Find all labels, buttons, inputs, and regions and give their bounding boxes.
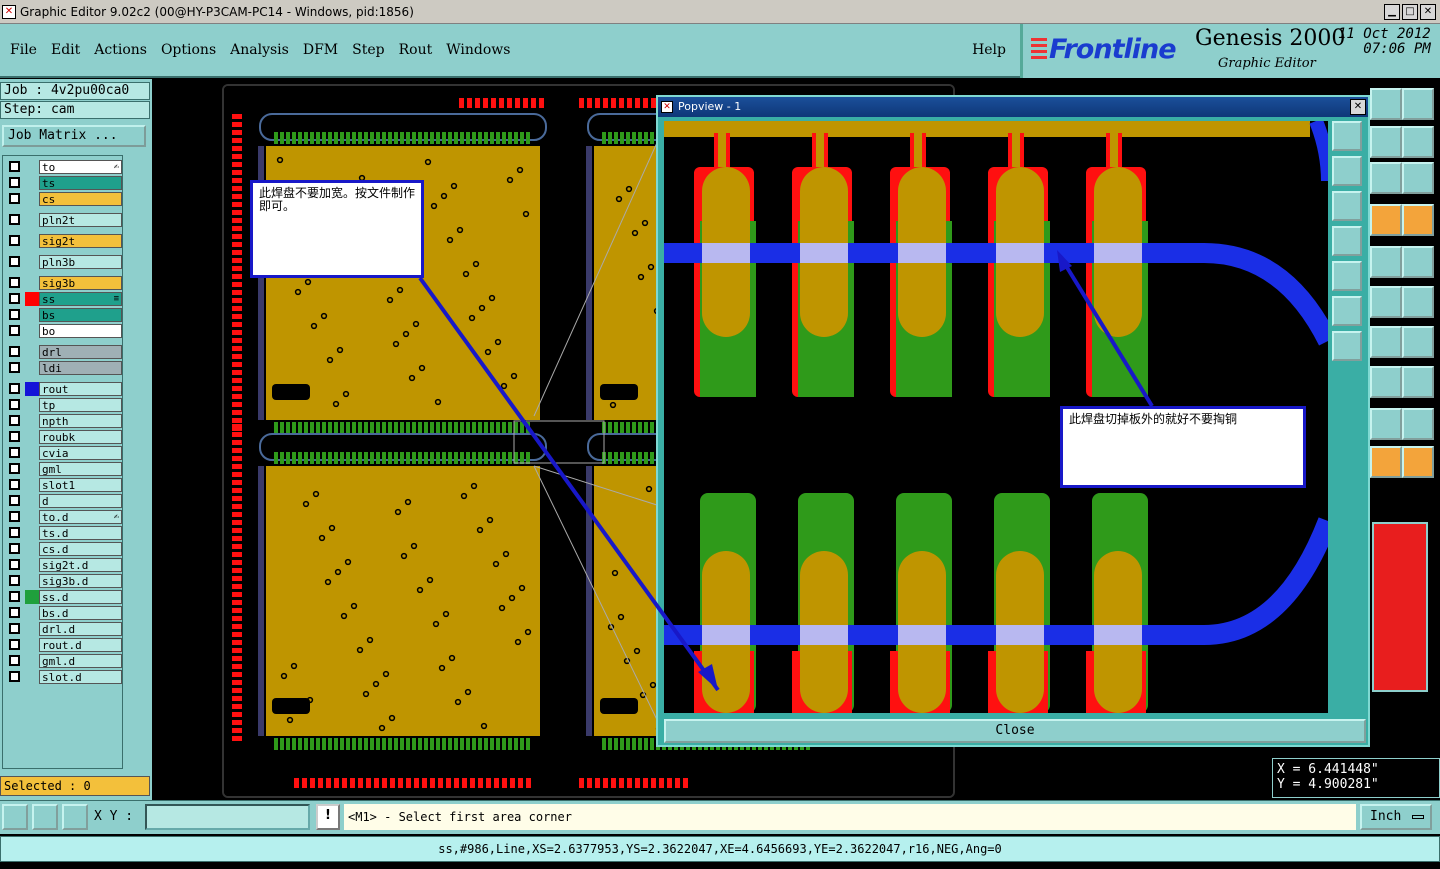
units-value: Inch: [1370, 809, 1402, 824]
tool-button-icon[interactable]: [1370, 162, 1402, 194]
bottom-bar: X Y : ! <M1> - Select first area corner …: [0, 800, 1440, 834]
tool-button-icon[interactable]: [1402, 162, 1434, 194]
tool-button-icon[interactable]: [1370, 286, 1402, 318]
right-toolbar: [1370, 84, 1440, 494]
status-bar: ss,#986,Line,XS=2.6377953,YS=2.3622047,X…: [0, 836, 1440, 862]
tool-button-icon[interactable]: [1402, 246, 1434, 278]
tool-button-icon[interactable]: [1370, 126, 1402, 158]
tool-button-icon[interactable]: [1402, 286, 1434, 318]
snap-icon[interactable]: [2, 804, 28, 830]
tool-button-icon[interactable]: [1402, 366, 1434, 398]
tool-button-icon[interactable]: [1370, 408, 1402, 440]
prompt-message: <M1> - Select first area corner: [344, 804, 1356, 830]
grid-icon[interactable]: [62, 804, 88, 830]
coord-x: X = 6.441448": [1277, 762, 1379, 777]
xy-input[interactable]: [145, 804, 310, 830]
color-indicator: [1372, 522, 1428, 692]
arrow-line-board: [418, 276, 720, 692]
tool-button-icon[interactable]: [1402, 88, 1434, 120]
tool-button-icon[interactable]: [1370, 366, 1402, 398]
annotation-arrows: [418, 250, 1154, 692]
arrow-line-popview: [1058, 254, 1154, 408]
dropdown-indicator-icon: [1412, 815, 1424, 819]
measure-icon[interactable]: [32, 804, 58, 830]
tool-button-icon[interactable]: [1402, 446, 1434, 478]
tool-button-icon[interactable]: [1402, 126, 1434, 158]
coord-y: Y = 4.900281": [1277, 777, 1379, 792]
xy-label: X Y :: [94, 809, 134, 824]
tool-button-icon[interactable]: [1370, 246, 1402, 278]
units-selector[interactable]: Inch: [1360, 804, 1432, 830]
tool-button-icon[interactable]: [1402, 408, 1434, 440]
tool-button-icon[interactable]: [1402, 204, 1434, 236]
tool-button-icon[interactable]: [1402, 326, 1434, 358]
tool-button-icon[interactable]: [1370, 446, 1402, 478]
alert-icon[interactable]: !: [316, 804, 340, 830]
cursor-coordinates: X = 6.441448" Y = 4.900281": [1272, 758, 1440, 798]
tool-button-icon[interactable]: [1370, 88, 1402, 120]
tool-button-icon[interactable]: [1370, 204, 1402, 236]
tool-button-icon[interactable]: [1370, 326, 1402, 358]
